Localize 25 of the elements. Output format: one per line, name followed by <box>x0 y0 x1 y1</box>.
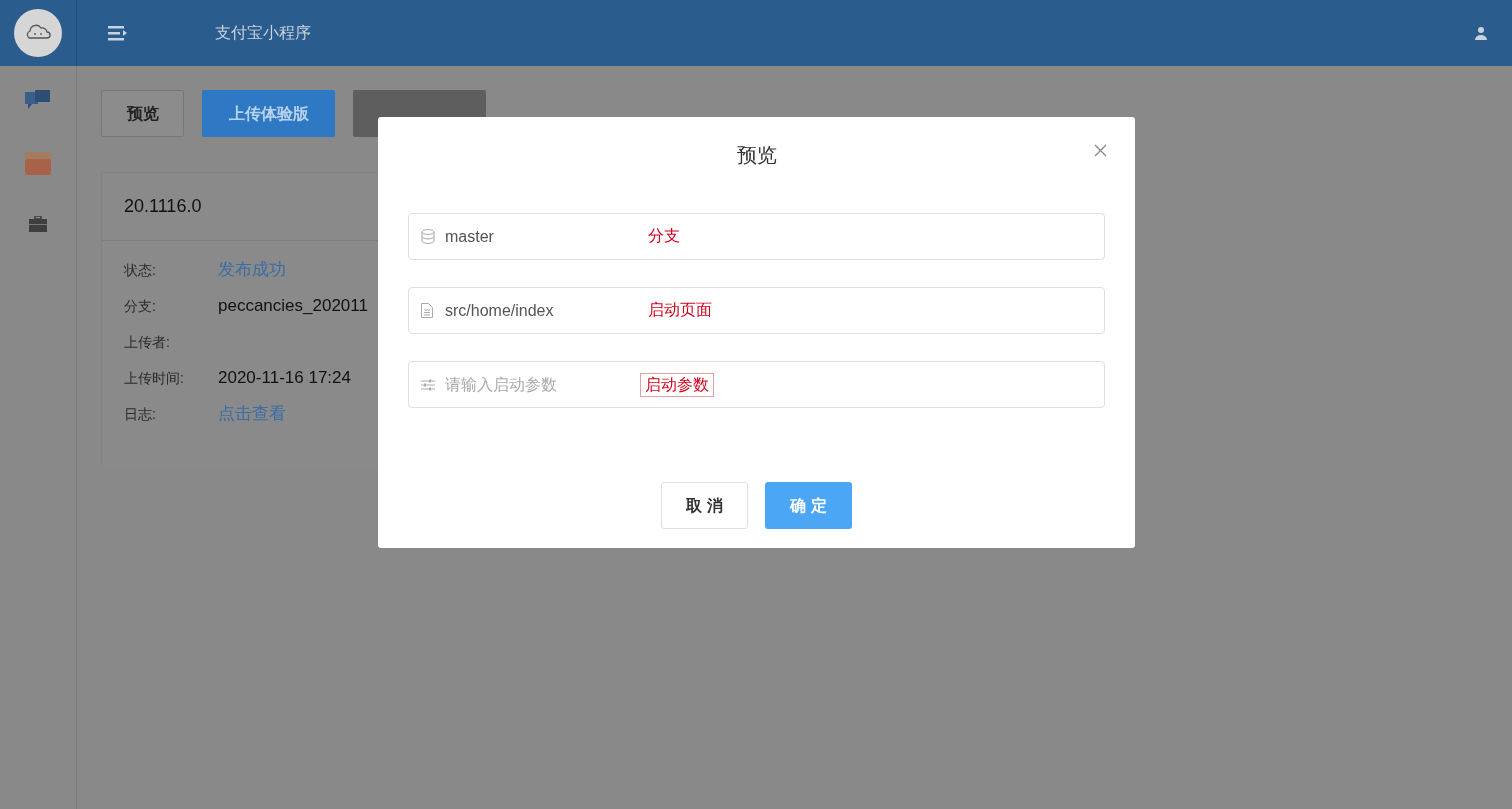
toolbar-button[interactable]: 预览 <box>101 90 184 137</box>
database-icon <box>421 229 435 244</box>
menu-icon[interactable] <box>108 25 128 41</box>
field-value: peccancies_202011 <box>218 295 368 318</box>
field-label: 日志: <box>124 404 157 424</box>
document-icon <box>421 303 433 318</box>
toolbar-button[interactable]: 上传体验版 <box>202 90 335 137</box>
annotation-label: 启动参数 <box>640 373 714 397</box>
close-icon[interactable] <box>1094 144 1107 157</box>
field-value: 2020-11-16 17:24 <box>218 367 351 390</box>
field-label: 上传时间: <box>124 368 185 388</box>
user-icon[interactable] <box>1474 26 1488 40</box>
field-label: 状态: <box>124 260 157 280</box>
confirm-button[interactable]: 确 定 <box>765 482 852 529</box>
cloud-logo-icon[interactable] <box>14 9 62 57</box>
field-label: 分支: <box>124 296 157 316</box>
field-label: 上传者: <box>124 332 171 352</box>
cancel-button[interactable]: 取 消 <box>661 482 748 529</box>
annotation-label: 分支 <box>647 226 681 246</box>
version-number: 20.1116.0 <box>124 195 202 218</box>
dialog-title: 预览 <box>736 143 777 168</box>
briefcase-icon[interactable] <box>29 216 47 232</box>
sliders-icon <box>421 378 435 391</box>
annotation-label: 启动页面 <box>647 300 713 320</box>
app-title: 支付宝小程序 <box>215 23 311 43</box>
